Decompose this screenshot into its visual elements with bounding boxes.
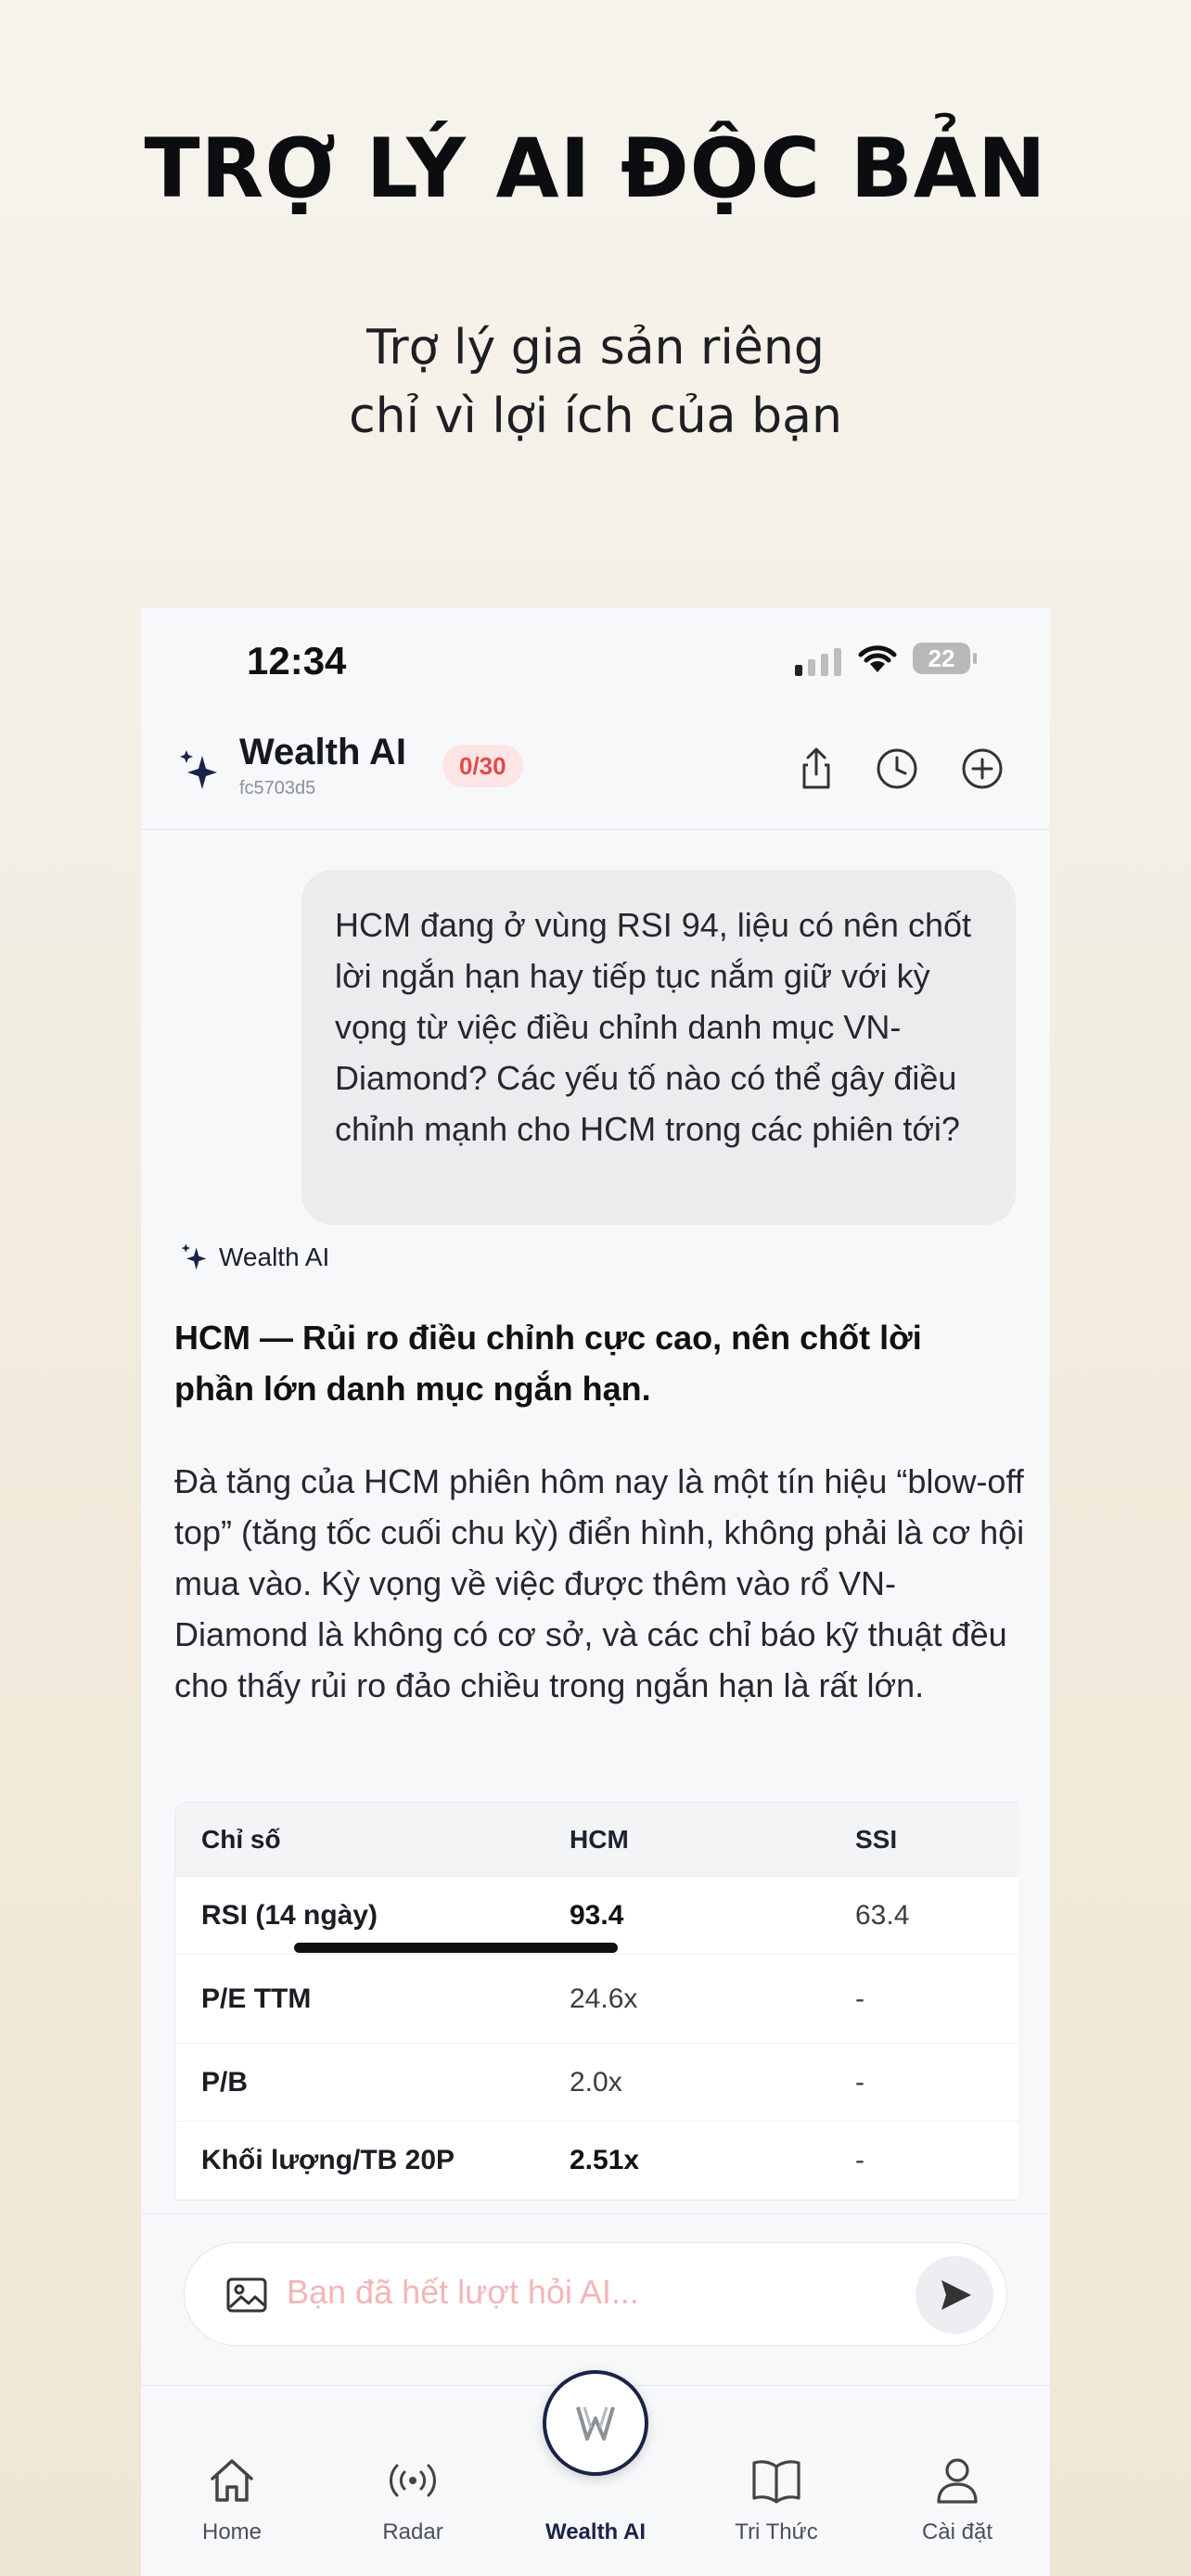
send-icon bbox=[941, 2280, 971, 2310]
user-message-bubble: HCM đang ở vùng RSI 94, liệu có nên chốt… bbox=[301, 870, 1016, 1225]
tab-radar[interactable]: Radar bbox=[339, 2453, 487, 2545]
sparkle-logo-icon bbox=[180, 750, 217, 789]
chat-header: Wealth AI fc5703d5 0/30 bbox=[141, 719, 1050, 830]
table-cell: 24.6x bbox=[570, 1983, 638, 2014]
metrics-table: Chỉ số HCM SSI RSI (14 ngày) 93.4 63.4 P… bbox=[174, 1802, 1018, 2200]
table-cell: 2.0x bbox=[570, 2066, 622, 2098]
hero-subtitle: Trợ lý gia sản riêng chỉ vì lợi ích của … bbox=[0, 313, 1191, 451]
book-icon bbox=[752, 2460, 800, 2504]
table-header-cell: SSI bbox=[855, 1824, 898, 1854]
history-icon[interactable] bbox=[873, 745, 921, 793]
tab-label: Wealth AI bbox=[544, 2519, 646, 2544]
hero-title: TRỢ LÝ AI ĐỘC BẢN bbox=[144, 121, 1047, 216]
table-row: Khối lượng/TB 20P 2.51x - bbox=[175, 2122, 1018, 2200]
status-bar: 12:34 22 bbox=[141, 607, 1050, 719]
battery-indicator: 22 bbox=[913, 643, 977, 674]
tab-home[interactable]: Home bbox=[158, 2453, 306, 2545]
hero-subtitle-line1: Trợ lý gia sản riêng bbox=[366, 320, 825, 376]
table-cell: RSI (14 ngày) bbox=[201, 1899, 378, 1931]
table-cell: 2.51x bbox=[570, 2145, 640, 2175]
chat-input-placeholder: Bạn đã hết lượt hỏi AI... bbox=[287, 2273, 639, 2311]
table-cell: 93.4 bbox=[570, 1899, 624, 1931]
cellular-signal-icon bbox=[795, 648, 841, 676]
chat-input[interactable]: Bạn đã hết lượt hỏi AI... bbox=[184, 2242, 1007, 2346]
header-title: Wealth AI bbox=[239, 732, 407, 772]
table-header-cell: HCM bbox=[570, 1824, 629, 1854]
session-id: fc5703d5 bbox=[239, 778, 316, 798]
tab-label: Radar bbox=[382, 2519, 443, 2544]
ai-response-heading: HCM — Rủi ro điều chỉnh cực cao, nên chố… bbox=[174, 1319, 922, 1408]
ai-response-paragraph: Đà tăng của HCM phiên hôm nay là một tín… bbox=[174, 1462, 1025, 1704]
home-icon bbox=[211, 2459, 253, 2502]
quota-badge: 0/30 bbox=[442, 745, 523, 787]
new-chat-icon[interactable] bbox=[958, 745, 1006, 793]
wifi-icon bbox=[858, 645, 897, 672]
bottom-tab-bar: Home Radar Wealth AI Tri Thức Cài đặt bbox=[141, 2370, 1050, 2576]
share-icon[interactable] bbox=[792, 745, 840, 793]
phone-screen: 12:34 22 Wealth AI fc5703d5 0/30 HCM đan… bbox=[141, 607, 1050, 2576]
send-button[interactable] bbox=[916, 2256, 993, 2334]
tab-label: Tri Thức bbox=[735, 2519, 818, 2544]
ai-sender-label: Wealth AI bbox=[180, 1243, 329, 1272]
wealth-ai-logo-icon bbox=[576, 2406, 615, 2441]
message-composer: Bạn đã hết lượt hỏi AI... bbox=[141, 2213, 1050, 2385]
table-cell: Khối lượng/TB 20P bbox=[201, 2145, 455, 2175]
hero-subtitle-line2: chỉ vì lợi ích của bạn bbox=[349, 389, 842, 444]
wealth-ai-center-button[interactable] bbox=[543, 2370, 648, 2476]
table-cell: - bbox=[855, 2066, 864, 2098]
table-header-cell: Chỉ số bbox=[201, 1824, 281, 1854]
home-indicator bbox=[294, 1943, 618, 1953]
table-cell: 63.4 bbox=[855, 1899, 910, 1931]
sparkle-icon bbox=[181, 1243, 207, 1270]
table-cell: - bbox=[855, 2145, 864, 2175]
table-header-row: Chỉ số HCM SSI bbox=[175, 1803, 1018, 1877]
ai-sender-name: Wealth AI bbox=[219, 1243, 330, 1271]
radar-icon bbox=[390, 2464, 436, 2497]
user-icon bbox=[937, 2458, 978, 2504]
tab-tri-thuc[interactable]: Tri Thức bbox=[702, 2453, 851, 2545]
tab-label: Home bbox=[201, 2519, 263, 2544]
table-row: P/E TTM 24.6x - bbox=[175, 1955, 1018, 2044]
image-attach-icon[interactable] bbox=[225, 2276, 268, 2314]
table-row: P/B 2.0x - bbox=[175, 2044, 1018, 2122]
tab-label: Cài đặt bbox=[921, 2519, 993, 2544]
table-cell: - bbox=[855, 1983, 864, 2014]
table-cell: P/E TTM bbox=[201, 1983, 312, 2014]
table-cell: P/B bbox=[201, 2066, 249, 2098]
status-time: 12:34 bbox=[247, 639, 347, 682]
tab-cai-dat[interactable]: Cài đặt bbox=[883, 2453, 1031, 2545]
